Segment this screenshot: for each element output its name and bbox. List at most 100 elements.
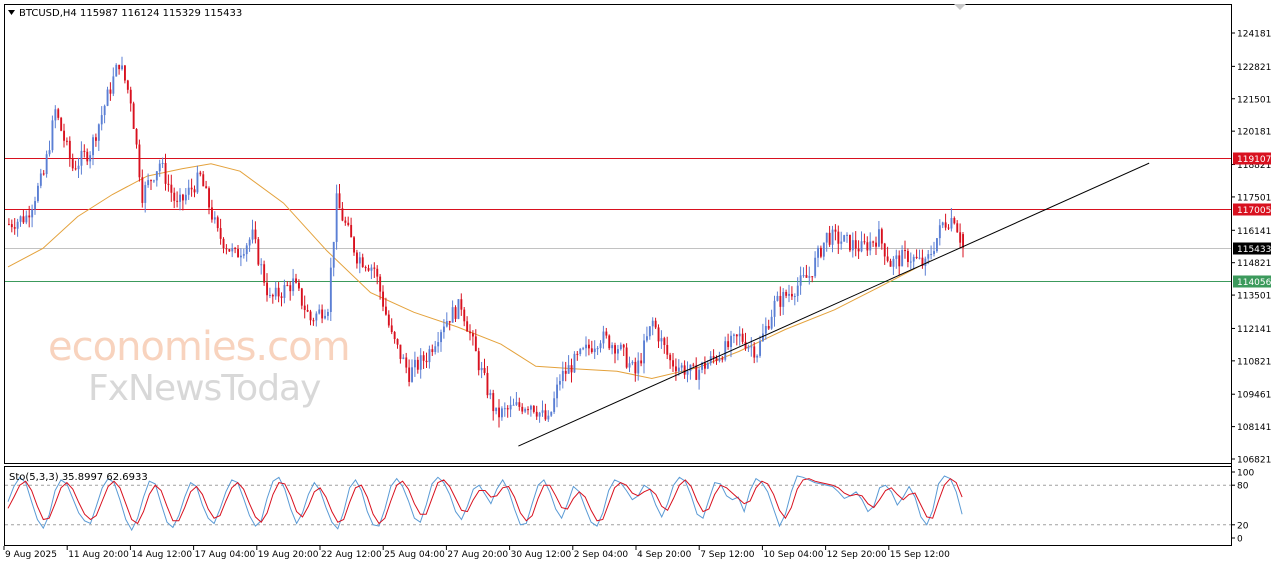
candle-body	[889, 260, 892, 267]
price-tick-label: 106821	[1237, 456, 1271, 466]
candle-body	[785, 292, 788, 296]
candle	[121, 56, 123, 71]
candle	[211, 199, 213, 223]
candle-body	[121, 65, 123, 70]
candle-body	[25, 215, 28, 223]
candle-body	[915, 256, 918, 258]
candle	[150, 179, 152, 191]
candle-body	[68, 140, 71, 159]
candle-body	[724, 341, 727, 360]
candle	[889, 258, 892, 267]
candle	[83, 144, 86, 158]
candle-body	[741, 333, 744, 342]
candle-body	[619, 344, 622, 350]
candle	[367, 264, 370, 272]
triangle-down-icon[interactable]	[8, 10, 15, 15]
candle	[60, 116, 63, 132]
candle	[193, 185, 196, 198]
candle	[590, 340, 593, 354]
candle-body	[530, 405, 532, 410]
candle	[364, 265, 367, 272]
candle-body	[396, 339, 399, 345]
candle	[909, 252, 912, 270]
trendline[interactable]	[518, 162, 1150, 447]
candle	[387, 310, 390, 328]
candle	[231, 243, 234, 258]
candle-body	[776, 295, 779, 301]
candle	[822, 242, 825, 261]
candle	[733, 333, 735, 344]
candle	[735, 333, 738, 346]
candle	[358, 251, 361, 274]
candle-body	[648, 326, 651, 337]
candle	[938, 219, 941, 246]
candle-body	[501, 408, 503, 418]
candle-body	[799, 275, 802, 286]
candle-body	[460, 299, 463, 310]
candle-body	[10, 224, 13, 228]
candle	[237, 244, 239, 258]
candle	[124, 64, 126, 84]
chart-shift-icon[interactable]	[954, 4, 966, 10]
candle	[898, 250, 901, 276]
candle-body	[918, 257, 921, 259]
candle-body	[582, 348, 585, 350]
candle	[492, 389, 495, 421]
chart-svg[interactable]: economies.com FxNewsToday 124181 122821 12…	[0, 0, 1280, 567]
candle-body	[42, 173, 45, 175]
candle-body	[129, 89, 132, 104]
candle	[738, 326, 741, 346]
candle-body	[828, 232, 831, 245]
candle-body	[332, 241, 335, 268]
candle-body	[643, 340, 645, 364]
candle-body	[321, 309, 324, 319]
candle-body	[86, 151, 89, 162]
candle-body	[370, 267, 373, 271]
candle	[248, 237, 251, 252]
candle-body	[611, 345, 614, 349]
candle-body	[477, 351, 480, 371]
candle-body	[89, 155, 92, 162]
candle	[167, 174, 170, 192]
candle	[408, 359, 411, 387]
candle-body	[524, 409, 527, 412]
candle-body	[602, 331, 605, 344]
candle	[921, 249, 924, 269]
candle	[564, 361, 567, 382]
candle-body	[234, 248, 237, 250]
candle	[379, 274, 382, 300]
candle-body	[924, 258, 927, 267]
candle-body	[912, 256, 915, 262]
trading-chart[interactable]: economies.com FxNewsToday 124181 122821 12…	[0, 0, 1280, 567]
candle	[747, 344, 750, 352]
candle-body	[756, 355, 759, 358]
candle-body	[808, 276, 811, 278]
candle	[89, 151, 92, 169]
candle	[718, 351, 721, 363]
time-tick-label: 30 Aug 12:00	[511, 550, 572, 560]
candle	[382, 285, 384, 312]
candle-body	[791, 293, 793, 297]
candle-body	[825, 232, 828, 243]
candle	[672, 352, 674, 372]
candle-body	[118, 64, 121, 70]
candle	[866, 236, 869, 256]
candle-body	[547, 415, 550, 420]
candle	[849, 234, 851, 253]
candle-body	[434, 346, 437, 353]
candle-body	[37, 185, 39, 202]
candle	[57, 107, 60, 121]
candle	[477, 347, 480, 376]
candle-body	[341, 208, 344, 221]
candle-body	[962, 234, 964, 248]
time-tick-label: 25 Aug 04:00	[384, 550, 445, 560]
candle-body	[437, 342, 440, 347]
stoch-main-line	[7, 475, 963, 532]
candle	[959, 223, 962, 249]
candle	[741, 328, 744, 345]
candle	[950, 207, 953, 232]
candle-body	[677, 367, 680, 372]
candle-body	[179, 194, 181, 202]
candle-body	[875, 242, 877, 247]
candle	[164, 153, 167, 191]
